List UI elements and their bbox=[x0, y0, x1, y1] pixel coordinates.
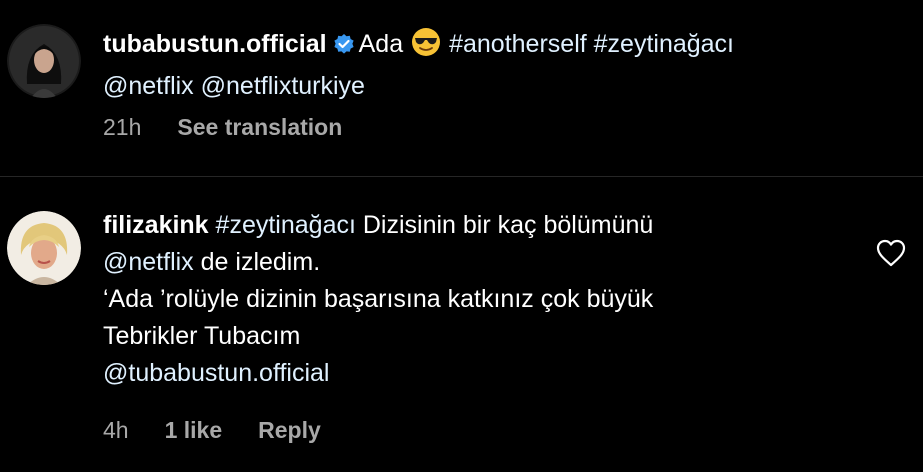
caption-mentions[interactable]: @netflix @netflixturkiye bbox=[103, 72, 365, 100]
comment-avatar[interactable] bbox=[7, 211, 81, 285]
comment-line-1: filizakink #zeytinağacı Dizisinin bir ka… bbox=[103, 207, 653, 244]
comment-time: 4h bbox=[103, 417, 129, 443]
comment-line-4: Tebrikler Tubacım bbox=[103, 322, 301, 350]
comment-meta: 4h 1 like Reply bbox=[103, 417, 357, 444]
comment-line1-text: Dizisinin bir kaç bölümünü bbox=[362, 211, 654, 239]
caption-username[interactable]: tubabustun.official bbox=[103, 30, 327, 58]
caption-line-1: tubabustun.official Ada #anotherself #zeyt… bbox=[103, 26, 734, 68]
comment-line-2: @netflix de izledim. bbox=[103, 244, 653, 281]
caption-text: tubabustun.official Ada #anotherself #zeyt… bbox=[103, 26, 734, 105]
comment-post: filizakink #zeytinağacı Dizisinin bir ka… bbox=[0, 177, 923, 472]
comment-username[interactable]: filizakink bbox=[103, 211, 209, 239]
comment-text: filizakink #zeytinağacı Dizisinin bir ka… bbox=[103, 207, 653, 392]
reply-button[interactable]: Reply bbox=[258, 417, 321, 443]
comment-mention-netflix[interactable]: @netflix bbox=[103, 248, 194, 276]
caption-line-2: @netflix @netflixturkiye bbox=[103, 68, 734, 105]
likes-count-button[interactable]: 1 like bbox=[165, 417, 223, 443]
comment-line-3: ‘Ada ’rolüyle dizinin başarısına katkını… bbox=[103, 285, 654, 313]
comment-line-5: @tubabustun.official bbox=[103, 355, 653, 392]
caption-hashtags[interactable]: #anotherself #zeytinağacı bbox=[449, 30, 734, 58]
caption-avatar[interactable] bbox=[7, 24, 81, 98]
heart-outline-icon bbox=[876, 239, 906, 267]
caption-time: 21h bbox=[103, 114, 142, 140]
comment-mention-tuba[interactable]: @tubabustun.official bbox=[103, 359, 329, 387]
caption-post: tubabustun.official Ada #anotherself #zeyt… bbox=[0, 0, 923, 176]
comment-line2-text: de izledim. bbox=[200, 248, 321, 276]
comment-hashtag[interactable]: #zeytinağacı bbox=[216, 211, 356, 239]
verified-badge-icon bbox=[333, 29, 355, 66]
caption-meta: 21h See translation bbox=[103, 114, 378, 141]
see-translation-button[interactable]: See translation bbox=[177, 114, 342, 140]
caption-text-ada: Ada bbox=[358, 30, 404, 58]
like-button[interactable] bbox=[876, 239, 906, 267]
smiling-face-with-sunglasses-emoji bbox=[411, 27, 441, 68]
